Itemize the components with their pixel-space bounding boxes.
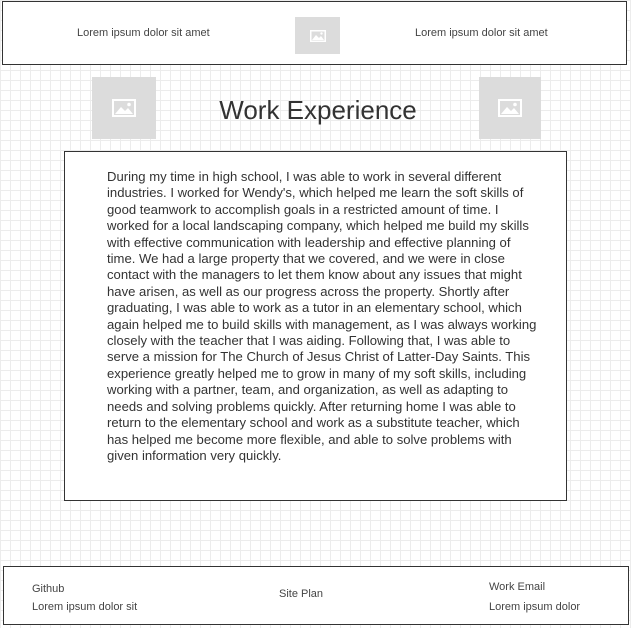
logo-image[interactable] xyxy=(295,17,340,54)
work-email-subtext: Lorem ipsum dolor xyxy=(489,601,581,613)
image-icon xyxy=(112,99,136,117)
left-image-placeholder xyxy=(92,77,156,139)
work-experience-text: During my time in high school, I was abl… xyxy=(107,169,537,463)
work-experience-content: During my time in high school, I was abl… xyxy=(64,151,567,501)
right-image-placeholder xyxy=(479,77,541,139)
header: Lorem ipsum dolor sit amet Lorem ipsum d… xyxy=(2,1,627,65)
github-link[interactable]: Github xyxy=(32,583,64,595)
page-title: Work Experience xyxy=(219,95,417,125)
header-link-right[interactable]: Lorem ipsum dolor sit amet xyxy=(415,27,548,39)
image-icon xyxy=(498,99,522,117)
site-plan-link[interactable]: Site Plan xyxy=(279,588,323,600)
image-icon xyxy=(309,29,326,42)
header-link-left[interactable]: Lorem ipsum dolor sit amet xyxy=(77,27,210,39)
work-email-link[interactable]: Work Email xyxy=(489,581,545,593)
footer: Github Lorem ipsum dolor sit Site Plan W… xyxy=(3,566,629,625)
github-subtext: Lorem ipsum dolor sit xyxy=(32,601,138,613)
